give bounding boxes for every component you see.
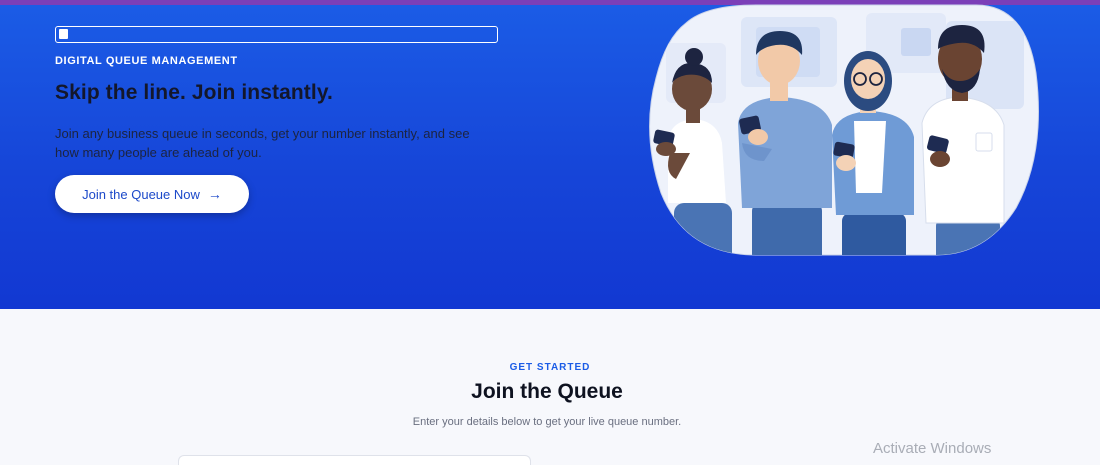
section-title: Join the Queue [471,380,623,403]
join-form-card [178,455,531,465]
activate-windows-watermark: Activate Windows [873,440,992,457]
progress-bar [55,26,498,43]
people-with-phones-illustration [649,4,1039,256]
hero-eyebrow: DIGITAL QUEUE MANAGEMENT [55,55,238,67]
section-subtitle: Enter your details below to get your liv… [412,416,682,428]
section-eyebrow: GET STARTED [509,362,591,373]
join-queue-button-label: Join the Queue Now [82,186,200,202]
hero-section: DIGITAL QUEUE MANAGEMENT Skip the line. … [0,4,1100,309]
progress-bar-fill [59,29,68,39]
join-queue-button[interactable]: Join the Queue Now → [55,175,249,213]
arrow-right-icon: → [207,186,222,202]
hero-title: Skip the line. Join instantly. [55,81,333,104]
hero-description: Join any business queue in seconds, get … [55,126,470,160]
